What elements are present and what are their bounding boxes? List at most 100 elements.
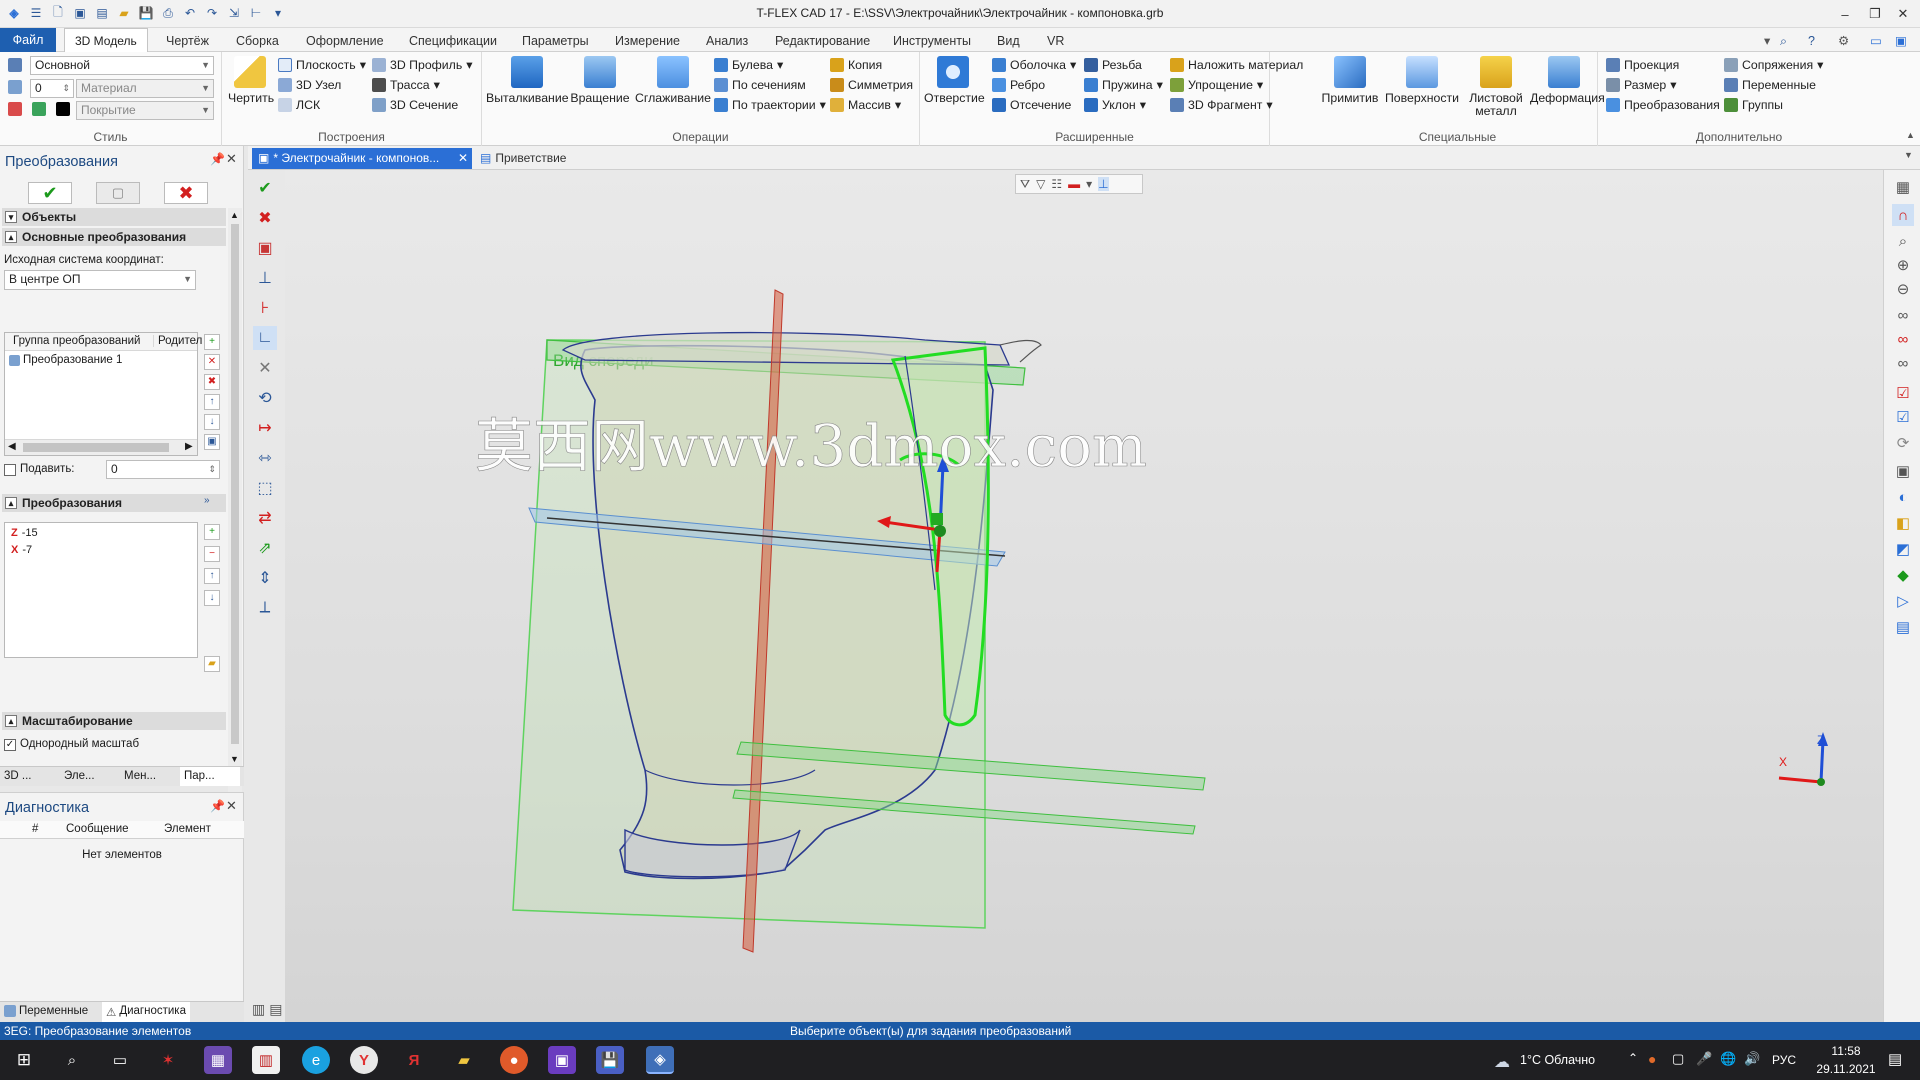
move-up-icon[interactable]: ↑ <box>204 394 220 410</box>
folder-icon[interactable]: ▰ <box>204 656 220 672</box>
app-save-icon[interactable]: 💾 <box>596 1046 624 1074</box>
simplify-button[interactable]: Упрощение ▾ <box>1170 76 1263 94</box>
tab-parameters[interactable]: Параметры <box>522 31 589 51</box>
tab-3d-model[interactable]: 3D Модель <box>64 28 148 52</box>
move-point-icon[interactable]: ⇄ <box>253 506 277 530</box>
app-document-icon[interactable]: ▥ <box>252 1046 280 1074</box>
boolean-button[interactable]: Булева ▾ <box>714 56 783 74</box>
deformation-button[interactable]: Деформация <box>1530 56 1605 105</box>
section3d-button[interactable]: 3D Сечение <box>372 96 458 114</box>
tab-elements[interactable]: Эле... <box>60 767 120 786</box>
microphone-icon[interactable]: 🎤 <box>1696 1051 1712 1067</box>
add-group-icon[interactable]: + <box>204 334 220 350</box>
primitives-button[interactable]: Примитив <box>1318 56 1382 105</box>
lcs-icon[interactable]: ∟ <box>253 326 277 350</box>
section-view-icon[interactable]: ◩ <box>1892 538 1914 560</box>
table-icon[interactable]: ▦ <box>1892 176 1914 198</box>
cutoff-button[interactable]: Отсечение <box>992 96 1071 114</box>
split-view-icon[interactable]: ▥ <box>252 1001 265 1018</box>
tray-device-icon[interactable]: ▢ <box>1672 1051 1684 1067</box>
rib-button[interactable]: Ребро <box>992 76 1045 94</box>
plane-button[interactable]: Плоскость ▾ <box>278 56 366 74</box>
layer-select[interactable]: Основной ▼ <box>30 56 214 75</box>
cloud-icon[interactable]: ☁ <box>1494 1052 1510 1072</box>
draw-button[interactable]: Чертить <box>228 56 274 105</box>
glasses-x-icon[interactable]: ∞ <box>1892 328 1914 350</box>
layout-icon[interactable]: ▭ <box>1870 31 1882 51</box>
suppress-checkbox[interactable] <box>4 464 16 476</box>
ribbon-options-icon[interactable]: ▾ <box>1764 31 1770 51</box>
color-swatch[interactable] <box>56 102 70 116</box>
shell-button[interactable]: Оболочка ▾ <box>992 56 1076 74</box>
single-view-icon[interactable]: ▤ <box>269 1001 282 1018</box>
window-layout-icon[interactable]: ▣ <box>1895 31 1907 51</box>
clock-time[interactable]: 11:58 <box>1816 1044 1876 1058</box>
3d-viewport[interactable]: ⛛ ▽ ☷ ▬ ▾ ⊥ Вид спереди <box>285 170 1883 1022</box>
close-tab-icon[interactable]: ✕ <box>458 148 468 169</box>
triad-icon[interactable]: ⟂ <box>253 596 277 620</box>
preview-button[interactable]: ▢ <box>96 182 140 204</box>
mates-button[interactable]: Сопряжения ▾ <box>1724 56 1823 74</box>
tab-tools[interactable]: Инструменты <box>893 31 971 51</box>
ok-icon[interactable]: ✔ <box>253 176 277 200</box>
extrude-button[interactable]: Выталкивание <box>486 56 569 105</box>
rotate-view-icon[interactable]: ⟳ <box>1892 432 1914 454</box>
colors-icon[interactable] <box>32 102 46 116</box>
tab-welcome[interactable]: ▤ Приветствие <box>480 148 566 169</box>
app-star-icon[interactable]: ✶ <box>154 1046 182 1074</box>
by-path-button[interactable]: По траектории ▾ <box>714 96 826 114</box>
tab-measure[interactable]: Измерение <box>615 31 680 51</box>
add-transform-icon[interactable]: + <box>204 524 220 540</box>
source-cs-select[interactable]: В центре ОП ▼ <box>4 270 196 290</box>
scroll-thumb[interactable] <box>23 443 169 452</box>
zoom-window-icon[interactable]: ⊕ <box>1892 254 1914 276</box>
groups-button[interactable]: Группы <box>1724 96 1783 114</box>
view-cube-icon[interactable]: ▣ <box>1892 460 1914 482</box>
tab-file[interactable]: Файл <box>0 28 56 52</box>
uniform-scale-checkbox[interactable]: ✓ <box>4 739 16 751</box>
tab-editing[interactable]: Редактирование <box>775 31 870 51</box>
yandex-icon[interactable]: Я <box>400 1046 428 1074</box>
transform-button[interactable]: Преобразования <box>1606 96 1720 114</box>
language-indicator[interactable]: РУС <box>1772 1053 1796 1067</box>
weather-text[interactable]: 1°C Облачно <box>1520 1053 1595 1067</box>
tab-assembly[interactable]: Сборка <box>236 31 279 51</box>
section-transforms[interactable]: ▴ Преобразования <box>2 494 226 512</box>
origin-handle[interactable] <box>931 513 943 525</box>
origin-point[interactable] <box>934 525 946 537</box>
check-cube-icon[interactable]: ☑ <box>1892 382 1914 404</box>
tray-up-icon[interactable]: ⌃ <box>1628 1051 1638 1065</box>
section-objects[interactable]: ▾ Объекты <box>2 208 226 226</box>
horizontal-scrollbar[interactable]: ◀ ▶ <box>5 439 197 455</box>
list-item[interactable]: Z -15 <box>11 527 38 539</box>
symmetry-icon[interactable]: ⇿ <box>253 446 277 470</box>
remove-transform-icon[interactable]: − <box>204 546 220 562</box>
apply-material-button[interactable]: Наложить материал <box>1170 56 1303 74</box>
box-icon[interactable]: ◧ <box>1892 512 1914 534</box>
table-row[interactable]: Преобразование 1 <box>9 354 122 366</box>
tab-parameters-panel[interactable]: Пар... <box>180 767 240 786</box>
tabs-dropdown-icon[interactable]: ▼ <box>1904 150 1913 160</box>
remove-all-icon[interactable]: ✖ <box>204 374 220 390</box>
tray-alert-icon[interactable]: ● <box>1648 1051 1656 1067</box>
gear-icon[interactable]: ⚙ <box>1838 31 1849 51</box>
search-icon[interactable]: ⌕ <box>1780 31 1787 51</box>
properties-icon[interactable]: ▣ <box>204 434 220 450</box>
symmetry-button[interactable]: Симметрия <box>830 76 913 94</box>
array-button[interactable]: Массив ▾ <box>830 96 901 114</box>
pin-icon[interactable]: 📌 <box>210 152 225 166</box>
yandex-browser-icon[interactable]: Y <box>350 1046 378 1074</box>
task-view-icon[interactable]: ▭ <box>106 1046 134 1074</box>
minimize-button[interactable]: – <box>1828 0 1862 28</box>
scroll-right-icon[interactable]: ▶ <box>185 441 193 452</box>
rotate-axis-icon[interactable]: ⟲ <box>253 386 277 410</box>
coating-select[interactable]: Покрытие ▼ <box>76 101 214 120</box>
cube-icon[interactable]: ▣ <box>253 236 277 260</box>
sphere-icon[interactable]: ◐ <box>1892 486 1914 508</box>
projection-button[interactable]: Проекция <box>1606 56 1679 74</box>
camera-icon[interactable]: ▤ <box>1892 616 1914 638</box>
confirm-button[interactable]: ✔ <box>28 182 72 204</box>
spring-button[interactable]: Пружина ▾ <box>1084 76 1163 94</box>
scroll-up-icon[interactable]: ▲ <box>230 210 239 220</box>
scroll-thumb[interactable] <box>231 224 239 744</box>
